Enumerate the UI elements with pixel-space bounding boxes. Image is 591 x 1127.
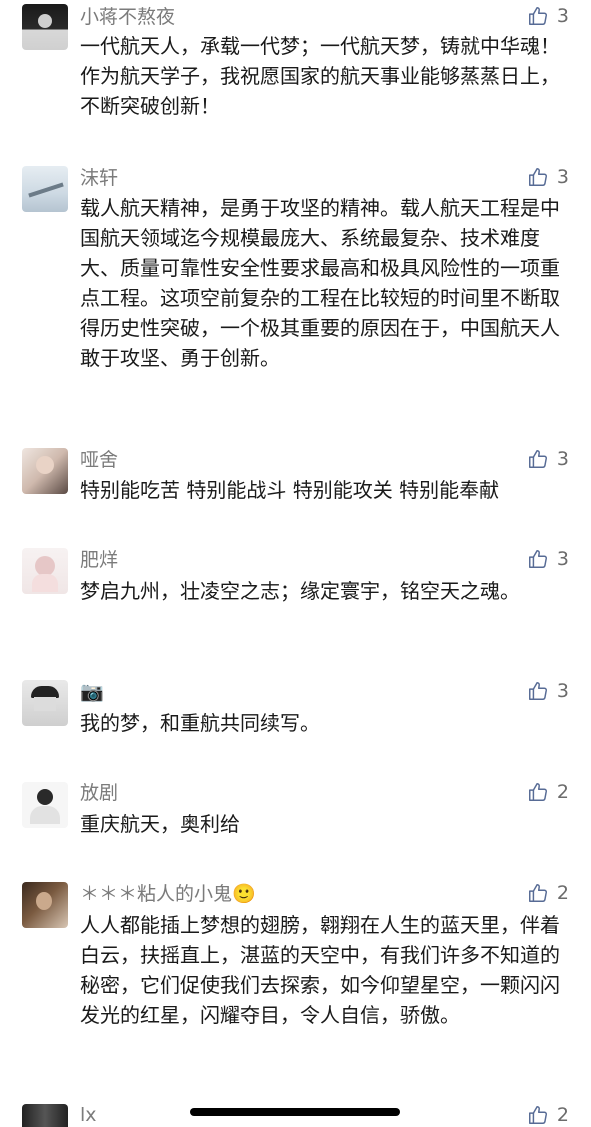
like-button[interactable]: 2 — [527, 882, 569, 904]
like-button[interactable]: 2 — [527, 781, 569, 803]
comment-text: 重庆航天，奥利给 — [80, 812, 240, 836]
thumbs-up-icon — [527, 5, 549, 27]
like-count: 2 — [556, 781, 569, 803]
like-button[interactable]: 3 — [527, 166, 569, 188]
thumbs-up-icon — [527, 448, 549, 470]
like-count: 3 — [556, 548, 569, 570]
like-button[interactable]: 2 — [527, 1104, 569, 1126]
commenter-name[interactable]: 沫轩 — [80, 167, 118, 189]
commenter-name[interactable]: 📷 — [80, 681, 104, 703]
commenter-name[interactable]: 哑舍 — [80, 449, 118, 471]
like-count: 3 — [556, 680, 569, 702]
comment-text: 梦启九州，壮凌空之志；缘定寰宇，铭空天之魂。 — [80, 579, 520, 603]
commenter-name[interactable]: 放剧 — [80, 782, 118, 804]
like-count: 3 — [556, 166, 569, 188]
thumbs-up-icon — [527, 781, 549, 803]
thumbs-up-icon — [527, 1104, 549, 1126]
commenter-name[interactable]: 小蒋不熬夜 — [80, 6, 175, 28]
like-count: 2 — [556, 1104, 569, 1126]
like-count: 2 — [556, 882, 569, 904]
avatar[interactable] — [22, 1104, 68, 1127]
thumbs-up-icon — [527, 680, 549, 702]
comment-text: 载人航天精神，是勇于攻坚的精神。载人航天工程是中国航天领域迄今规模最庞大、系统最… — [80, 196, 560, 370]
comment-text: 我的梦，和重航共同续写。 — [80, 711, 320, 735]
thumbs-up-icon — [527, 166, 549, 188]
like-button[interactable]: 3 — [527, 548, 569, 570]
comment-text: 特别能吃苦 特别能战斗 特别能攻关 特别能奉献 — [80, 478, 500, 502]
comment-text: 人人都能插上梦想的翅膀，翱翔在人生的蓝天里，伴着白云，扶摇直上，湛蓝的天空中，有… — [80, 913, 560, 1027]
commenter-name[interactable]: 肥烊 — [80, 549, 118, 571]
thumbs-up-icon — [527, 882, 549, 904]
avatar[interactable] — [22, 548, 68, 594]
comment-text: 一代航天人，承载一代梦；一代航天梦，铸就中华魂！作为航天学子，我祝愿国家的航天事… — [80, 34, 560, 118]
like-button[interactable]: 3 — [527, 680, 569, 702]
avatar[interactable] — [22, 166, 68, 212]
avatar[interactable] — [22, 782, 68, 828]
home-indicator[interactable] — [190, 1108, 400, 1116]
thumbs-up-icon — [527, 548, 549, 570]
like-button[interactable]: 3 — [527, 448, 569, 470]
like-count: 3 — [556, 448, 569, 470]
commenter-name[interactable]: lx — [80, 1104, 97, 1126]
like-count: 3 — [556, 5, 569, 27]
avatar[interactable] — [22, 882, 68, 928]
like-button[interactable]: 3 — [527, 5, 569, 27]
avatar[interactable] — [22, 448, 68, 494]
avatar[interactable] — [22, 4, 68, 50]
commenter-name[interactable]: ＊＊＊粘人的小鬼🙂 — [80, 883, 256, 905]
avatar[interactable] — [22, 680, 68, 726]
